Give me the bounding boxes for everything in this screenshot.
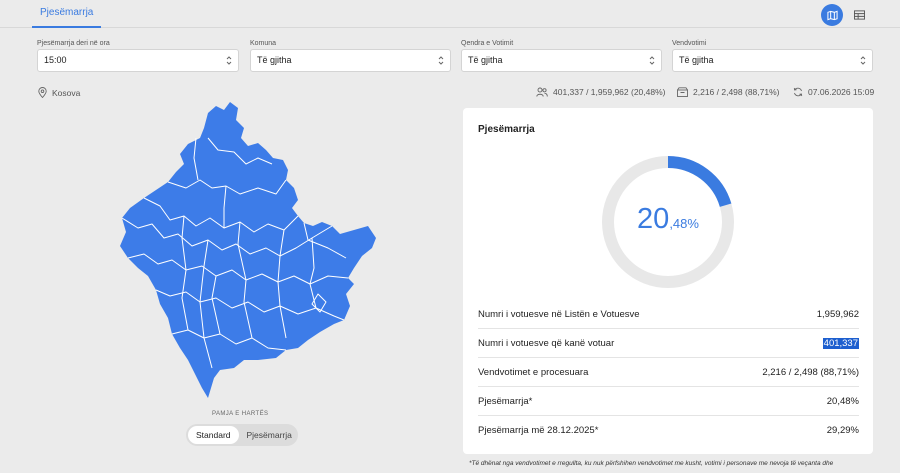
footnote: *Të dhënat nga vendvotimet e rregullta, … (469, 460, 834, 467)
location-pin-icon (38, 87, 47, 98)
stat-row-stations: Vendvotimet e procesuara 2,216 / 2,498 (… (478, 358, 859, 387)
komuna-select[interactable]: Të gjitha (250, 49, 451, 72)
qendra-select[interactable]: Të gjitha (461, 49, 662, 72)
kosovo-map[interactable] (108, 98, 380, 408)
users-icon (536, 87, 548, 97)
voters-summary: 401,337 / 1,959,962 (20,48%) (536, 87, 665, 97)
updated-time-text: 07.06.2026 15:09 (808, 87, 875, 97)
stat-label: Pjesëmarrja* (478, 395, 533, 407)
time-select[interactable]: 15:00 (37, 49, 239, 72)
table-view-button[interactable] (848, 4, 870, 26)
stations-summary: 2,216 / 2,498 (88,71%) (677, 87, 779, 97)
stations-summary-text: 2,216 / 2,498 (88,71%) (693, 87, 780, 97)
stat-label: Pjesëmarrja më 28.12.2025* (478, 425, 599, 436)
stat-value: 29,29% (826, 425, 859, 436)
turnout-card: Pjesëmarrja 20 ,48% Numri i votuesve në … (463, 108, 873, 454)
top-bar: Pjesëmarrja (0, 0, 900, 28)
location-info: Kosova (38, 87, 80, 98)
filter-label-time: Pjesëmarrja deri në ora (37, 40, 110, 47)
updated-time: 07.06.2026 15:09 (793, 87, 874, 97)
komuna-select-value: Të gjitha (257, 55, 292, 65)
filter-label-vendvotimi: Vendvotimi (672, 40, 707, 47)
chevron-updown-icon (226, 56, 232, 65)
refresh-icon (793, 87, 803, 97)
donut-value: 20 ,48% (600, 154, 736, 290)
map-icon (826, 10, 838, 20)
stat-value: 20,48% (826, 395, 859, 407)
vendvotimi-select[interactable]: Të gjitha (672, 49, 873, 72)
ballot-box-icon (677, 87, 688, 97)
stat-label: Vendvotimet e procesuara (478, 366, 589, 378)
location-label: Kosova (52, 87, 81, 98)
card-title: Pjesëmarrja (478, 124, 535, 135)
chevron-updown-icon (649, 56, 655, 65)
filter-label-komuna: Komuna (250, 40, 277, 47)
stat-row-registered: Numri i votuesve në Listën e Votuesve 1,… (478, 300, 859, 329)
stat-row-voted: Numri i votuesve që kanë votuar 401,337 (478, 329, 859, 358)
stat-row-previous-turnout: Pjesëmarrja më 28.12.2025* 29,29% (478, 416, 859, 445)
map-view-label: PAMJA E HARTËS (212, 411, 269, 417)
kosovo-map-svg[interactable] (108, 98, 380, 408)
kosovo-region-shape[interactable] (120, 102, 376, 398)
time-select-value: 15:00 (44, 55, 67, 65)
vendvotimi-select-value: Të gjitha (679, 55, 714, 65)
chevron-updown-icon (438, 56, 444, 65)
filter-label-qendra: Qendra e Votimit (461, 40, 514, 47)
chevron-updown-icon (860, 56, 866, 65)
donut-value-integer: 20 (637, 203, 670, 235)
toggle-standard[interactable]: Standard (188, 426, 239, 444)
stat-label: Numri i votuesve që kanë votuar (478, 337, 615, 349)
donut-value-decimal: ,48% (669, 216, 699, 231)
stat-value-selected[interactable]: 401,337 (822, 337, 859, 349)
toggle-pjesemarrja[interactable]: Pjesëmarrja (239, 426, 300, 444)
voters-summary-text: 401,337 / 1,959,962 (20,48%) (553, 87, 666, 97)
map-view-button[interactable] (821, 4, 843, 26)
stat-label: Numri i votuesve në Listën e Votuesve (478, 308, 640, 320)
table-icon (853, 10, 865, 20)
qendra-select-value: Të gjitha (468, 55, 503, 65)
tab-pjesemarrja[interactable]: Pjesëmarrja (32, 0, 102, 28)
stat-value: 1,959,962 (816, 308, 859, 320)
stat-row-turnout: Pjesëmarrja* 20,48% (478, 387, 859, 416)
map-mode-toggle[interactable]: Standard Pjesëmarrja (186, 424, 298, 446)
stat-value: 2,216 / 2,498 (88,71%) (762, 366, 859, 378)
